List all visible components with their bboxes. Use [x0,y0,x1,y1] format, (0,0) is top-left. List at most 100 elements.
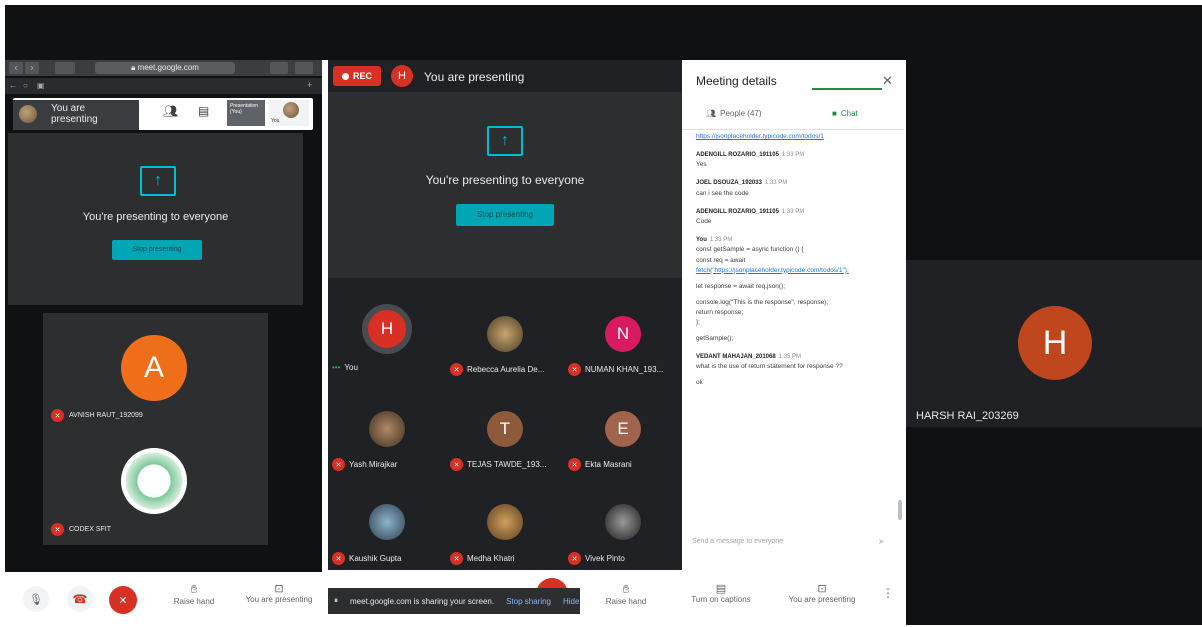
url-text: meet.google.com [137,63,199,72]
participant-tile[interactable]: H HARSH RAI_203269 [906,260,1202,427]
chat-message: ADENGILL ROZARIO_191105 1:33 PM Yes [696,152,805,169]
participant-tile[interactable]: ✕ Rebecca Aurelia De... [446,288,564,383]
participant-tile[interactable]: ✕ Vivek Pinto [564,478,682,573]
tab-icon[interactable] [55,62,75,74]
hide-button[interactable]: Hide [563,597,579,606]
participant-tiles: A ✕ AVNISH RAUT_192099 ✕ CODEX SFIT [43,313,268,545]
avatar: H [1018,306,1092,380]
hand-icon: ✋︎ [190,582,198,596]
panel-title: Meeting details [696,74,777,88]
avatar [605,504,641,540]
presenting-chip: You are presenting [13,100,139,130]
record-dot-icon [341,72,349,80]
participant-tile[interactable]: T ✕ TEJAS TAWDE_193... [446,383,564,478]
grid-icon[interactable]: ▣ [37,81,45,90]
avatar: H [391,65,413,87]
right-background-bottom [906,427,1202,625]
share-card: ↑ You're presenting to everyone Stop pre… [8,133,303,305]
chat-message: ADENGILL ROZARIO_191105 1:33 PM Code [696,208,805,226]
raise-hand-button[interactable]: ✋︎ Raise hand [173,582,215,606]
participant-tile[interactable]: E ✕ Ekta Masrani [564,383,682,478]
tile-name: HARSH RAI_203269 [916,410,1019,422]
back-icon[interactable]: ‹ [9,62,23,74]
speaking-icon: ••• [332,363,341,372]
mic-off-icon: ✕ [332,458,345,471]
meeting-controls-right: ✋︎ Raise hand ▤ Turn on captions ⊡ You a… [580,570,902,625]
avatar [369,411,405,447]
avatar [19,105,37,123]
raise-hand-button[interactable]: ✋︎ Raise hand [598,582,654,606]
mic-off-icon: ✕ [450,552,463,565]
captions-button[interactable]: ▤ Turn on captions [684,582,758,604]
chat-icon[interactable]: ▤ [198,104,209,118]
chat-message: VEDANT MAHAJAN_201068 1:35 PM what is the… [696,353,843,387]
tile-name: ✕ AVNISH RAUT_192099 [51,409,143,422]
avatar: H [362,304,412,354]
self-thumbnail[interactable]: You [269,100,309,126]
participant-tile[interactable]: ✕ Yash Mirajkar [328,383,446,478]
chat-message: You 1:33 PM const getSample = async funct… [696,237,849,342]
stop-sharing-button[interactable]: Stop sharing [506,597,551,606]
avatar: E [605,411,641,447]
chat-messages: https://jsonplaceholder.typicode.com/tod… [696,132,896,397]
browser-toolbar: ← ○ ▣ + [5,78,322,94]
mic-off-icon: ✕ [51,523,64,536]
send-icon[interactable]: ➤ [878,537,885,546]
microphone-icon[interactable]: 🎙︎ [23,586,49,612]
share-icon[interactable] [270,62,288,74]
camera-off-icon[interactable]: ✕ [109,586,137,614]
close-icon[interactable]: ✕ [882,73,893,89]
stop-presenting-button[interactable]: Stop presenting [112,240,202,260]
present-button[interactable]: ⊡ You are presenting [243,582,315,604]
mic-off-icon: ✕ [568,363,581,376]
participant-tile[interactable]: N ✕ NUMAN KHAN_193... [564,288,682,383]
chat-panel: Meeting details ✕ 👥︎ People (47) ■ Chat … [682,60,904,570]
presentation-thumbnail[interactable]: Presentation (You) [227,100,265,126]
share-message: You're presenting to everyone [425,173,585,187]
hang-up-icon[interactable]: ☎︎ [67,586,93,612]
participant-tile[interactable]: ✕ Medha Khatri [446,478,564,573]
avatar: N [605,316,641,352]
hand-icon: ✋︎ [622,582,630,596]
stop-presenting-button[interactable]: Stop presenting [456,204,554,226]
avatar [283,102,299,118]
mic-off-icon: ✕ [332,552,345,565]
back-arrow-icon[interactable]: ← [9,81,17,90]
new-tab-icon[interactable]: + [307,80,312,90]
chat-link[interactable]: https://jsonplaceholder.typicode.com/tod… [696,132,896,142]
scrollbar[interactable] [898,500,902,520]
middle-pane: REC H You are presenting ↑ You're presen… [328,60,682,625]
avatar: T [487,411,523,447]
active-tab-indicator [812,88,882,90]
chat-message: JOEL DSOUZA_192033 1:33 PM can i see the … [696,180,788,197]
tab-chat[interactable]: ■ Chat [832,109,858,118]
chat-input[interactable]: Send a message to everyone [692,538,892,545]
avatar [369,504,405,540]
chat-icon: ■ [832,109,837,118]
tab-people[interactable]: 👥︎ People (47) [706,109,762,118]
present-screen-icon: ↑ [140,166,176,196]
forward-icon[interactable]: › [25,62,39,74]
mic-off-icon: ✕ [568,552,581,565]
mic-off-icon: ✕ [450,458,463,471]
recording-badge: REC [333,66,381,86]
present-button[interactable]: ⊡ You are presenting [780,582,864,604]
meeting-controls: 🎙︎ ☎︎ ✕ ✋︎ Raise hand ⊡ You are presenti… [5,572,322,625]
captions-icon: ▤ [715,583,727,595]
presenting-label: You are presenting [51,103,98,125]
chat-tabs: 👥︎ People (47) ■ Chat [682,100,904,130]
right-background-top [906,5,1202,260]
menu-icon[interactable] [295,62,313,74]
mic-off-icon: ✕ [51,409,64,422]
presenting-label: You are presenting [424,70,525,84]
share-card: ↑ You're presenting to everyone Stop pre… [328,92,682,278]
participant-tile[interactable]: ✕ Kaushik Gupta [328,478,446,573]
people-icon[interactable]: 👥︎ [163,104,178,118]
refresh-icon[interactable]: ○ [23,81,28,90]
more-options-icon[interactable]: ⋮ [882,586,894,600]
url-bar[interactable]: 🔒︎ meet.google.com [95,62,235,74]
mic-off-icon: ✕ [568,458,581,471]
share-notice-text: meet.google.com is sharing your screen. [350,596,495,606]
participant-tile[interactable]: H ••• You [328,288,446,383]
screen-share-notice: ⏸︎ meet.google.com is sharing your scree… [328,588,586,614]
